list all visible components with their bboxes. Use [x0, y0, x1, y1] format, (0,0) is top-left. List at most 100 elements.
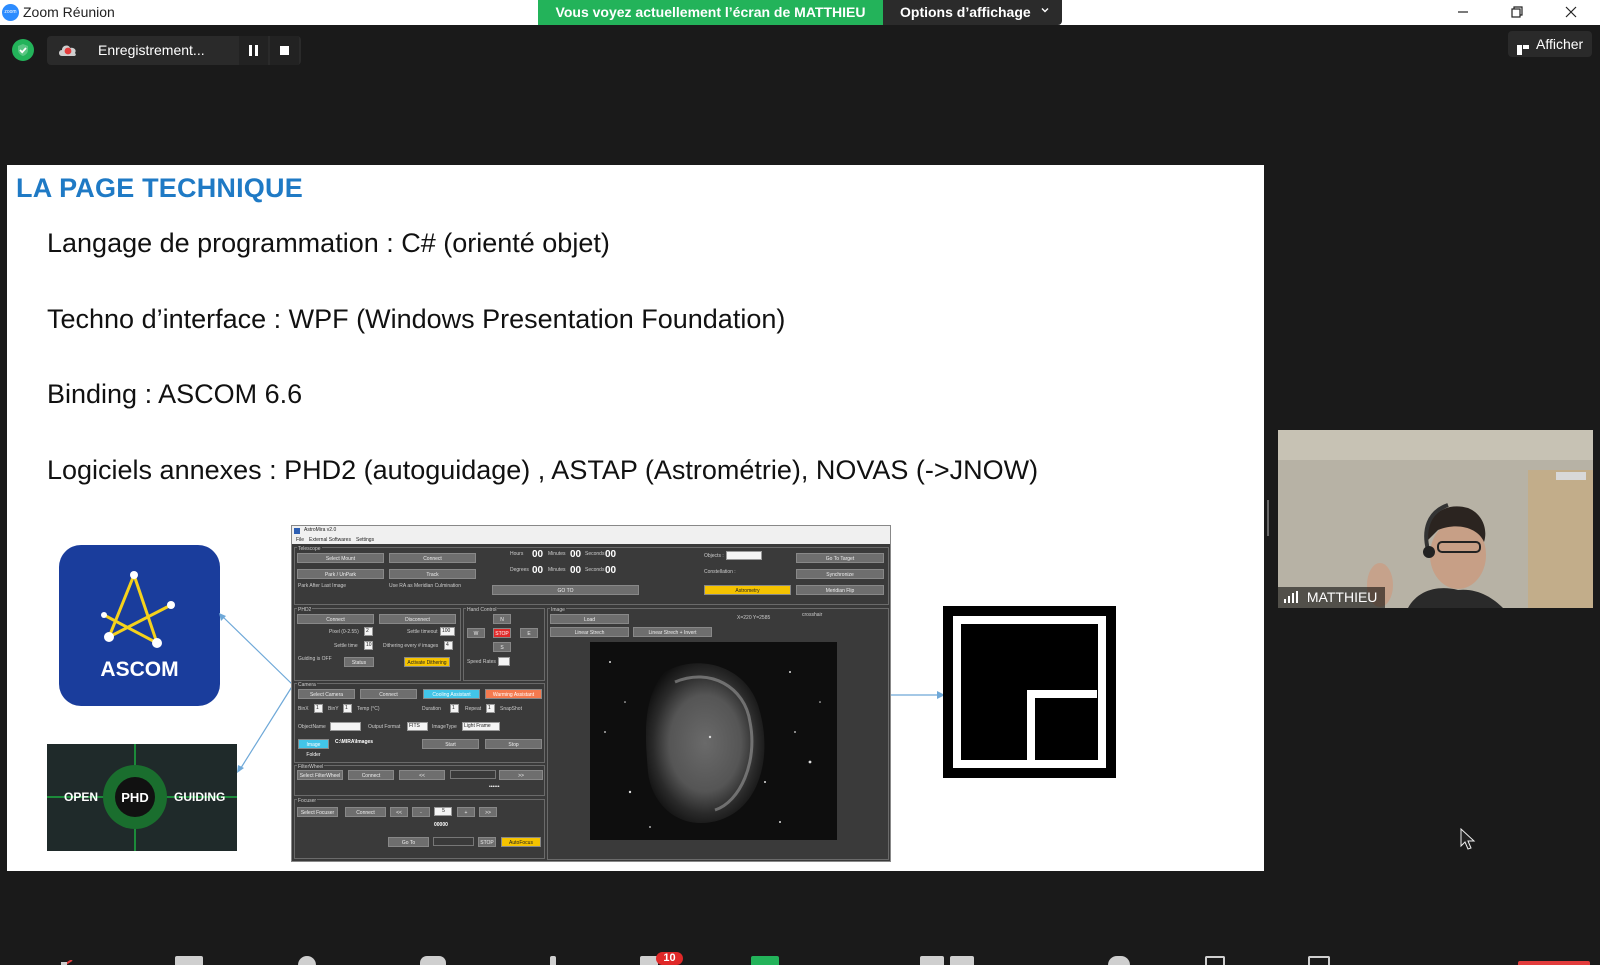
video-icon[interactable] — [175, 956, 203, 965]
participant-name-label: MATTHIEU — [1278, 587, 1386, 608]
app-logo-icon — [294, 528, 300, 534]
slide-line-software: Logiciels annexes : PHD2 (autoguidage) ,… — [47, 455, 1039, 485]
seconds-value: 00 — [605, 549, 617, 560]
filterwheel-connect-button: Connect — [348, 770, 394, 780]
reactions-icon[interactable] — [1108, 956, 1130, 965]
focuser-group-label: Focuser — [297, 798, 318, 804]
pixel-label: Pixel (0-2.55) — [329, 629, 359, 635]
show-panel-label: Afficher — [1536, 36, 1584, 52]
focus-step-field: 5 — [434, 807, 452, 816]
ascom-logo: ASCOM — [59, 545, 220, 706]
view-options-dropdown[interactable]: Options d’affichage — [883, 0, 1062, 25]
repeat-field: 1 — [486, 704, 495, 713]
focuser-position: 00000 — [434, 822, 448, 828]
minimize-icon — [1458, 11, 1468, 13]
stop-slew-button: STOP — [493, 628, 511, 638]
whiteboard-icon[interactable] — [1308, 956, 1330, 965]
warming-assistant-button: Warming Assistant — [485, 689, 542, 699]
select-camera-button: Select Camera — [298, 689, 355, 699]
recording-bar: Enregistrement... — [47, 36, 301, 65]
signal-strength-icon — [1284, 591, 1298, 603]
crosshair-checkbox: crosshair — [802, 612, 823, 618]
share-screen-icon[interactable] — [751, 956, 779, 965]
settle-time-field: 10 — [364, 641, 373, 650]
seconds-label: Seconds — [585, 551, 605, 557]
slide-line-interface: Techno d’interface : WPF (Windows Presen… — [47, 304, 786, 334]
telescope-group-label: Telescope — [297, 546, 322, 552]
apps-icon[interactable] — [1205, 956, 1225, 965]
hand-control-label: Hand Control — [466, 607, 498, 613]
security-icon[interactable] — [298, 956, 316, 965]
chat-badge: 10 — [656, 952, 683, 965]
pause-recording-button[interactable] — [239, 36, 268, 65]
stop-capture-button: Stop — [485, 739, 542, 749]
dec-seconds-value: 00 — [605, 565, 617, 576]
mute-icon[interactable] — [56, 956, 74, 965]
repeat-label: Repeat — [465, 706, 482, 712]
go-to-target-button: Go To Target — [796, 553, 884, 563]
start-capture-button: Start — [422, 739, 479, 749]
leave-button[interactable] — [1518, 961, 1590, 965]
objects-label: Objects : — [704, 553, 724, 559]
stop-recording-button[interactable] — [270, 36, 299, 65]
cursor-coords: X=220 Y=2585 — [737, 615, 771, 621]
settle-timeout-field: 100 — [440, 627, 455, 636]
filter-dots: •••••• — [489, 784, 500, 790]
settle-time-label: Settle time — [334, 643, 358, 649]
menu-external-softwares: External Softwares — [309, 537, 351, 543]
split-divider-handle[interactable] — [1267, 500, 1269, 536]
biny-field: 1 — [343, 704, 352, 713]
filter-next-button: >> — [499, 770, 543, 780]
cloud-record-icon — [57, 41, 79, 59]
show-panel-button[interactable]: Afficher — [1508, 31, 1592, 57]
record-icon[interactable] — [920, 956, 944, 965]
astap-square-icon — [953, 616, 1106, 768]
focuser-stop-button: STOP — [478, 837, 496, 847]
dec-minutes-label: Minutes — [548, 567, 566, 573]
speed-rates-select — [498, 657, 510, 666]
image-type-select: Light Frame — [462, 722, 500, 731]
snapshot-checkbox: SnapShot — [500, 706, 522, 712]
binx-field: 1 — [314, 704, 323, 713]
filter-prev-button: << — [399, 770, 445, 780]
image-folder-button: Image Folder — [298, 739, 329, 758]
mount-connect-button: Connect — [389, 553, 476, 563]
polls-icon[interactable] — [550, 956, 556, 965]
close-button[interactable] — [1548, 0, 1594, 25]
participant-video-tile[interactable]: MATTHIEU — [1278, 430, 1593, 608]
guiding-off-label: Guiding is OFF — [298, 656, 332, 662]
minimize-button[interactable] — [1440, 0, 1486, 25]
phd-left-text: OPEN — [64, 790, 99, 804]
mouse-cursor-icon — [1460, 828, 1476, 850]
participant-name: MATTHIEU — [1306, 589, 1378, 605]
settle-timeout-label: Settle timeout — [407, 629, 438, 635]
app-titlebar: AstroMira v2.0 — [292, 526, 890, 536]
degrees-value: 00 — [532, 565, 544, 576]
cooling-assistant-button: Cooling Assistant — [423, 689, 480, 699]
constellation-label: Constellation : — [704, 569, 736, 575]
restore-icon — [1511, 6, 1523, 18]
ascom-logo-text: ASCOM — [100, 658, 179, 681]
camera-group-label: Camera — [297, 682, 317, 688]
arrow-astap — [891, 691, 945, 699]
nebula-image — [590, 642, 837, 840]
restore-button[interactable] — [1494, 0, 1540, 25]
zoom-logo-icon: zoom — [2, 4, 19, 21]
focuser-connect-button: Connect — [345, 807, 386, 817]
phd2-logo: PHD OPEN GUIDING — [47, 744, 237, 851]
close-icon — [1565, 6, 1577, 18]
park-button: Park / UnPark — [297, 569, 384, 579]
view-options-label: Options d’affichage — [900, 4, 1031, 20]
menu-settings: Settings — [356, 537, 375, 543]
focus-fast-out-button: >> — [479, 807, 497, 817]
degrees-label: Degrees — [510, 567, 529, 573]
app-screenshot: AstroMira v2.0 File External Softwares S… — [291, 525, 891, 862]
breakout-rooms-icon[interactable] — [950, 956, 974, 965]
use-ra-checkbox: Use RA as Meridian Culmination — [389, 583, 461, 589]
duration-label: Duration — [422, 706, 441, 712]
participants-icon[interactable] — [420, 956, 446, 965]
encryption-shield-icon[interactable] — [12, 39, 34, 61]
status-button: Status — [344, 657, 374, 667]
speed-rates-label: Speed Rates — [467, 659, 496, 665]
dec-minutes-value: 00 — [570, 565, 582, 576]
